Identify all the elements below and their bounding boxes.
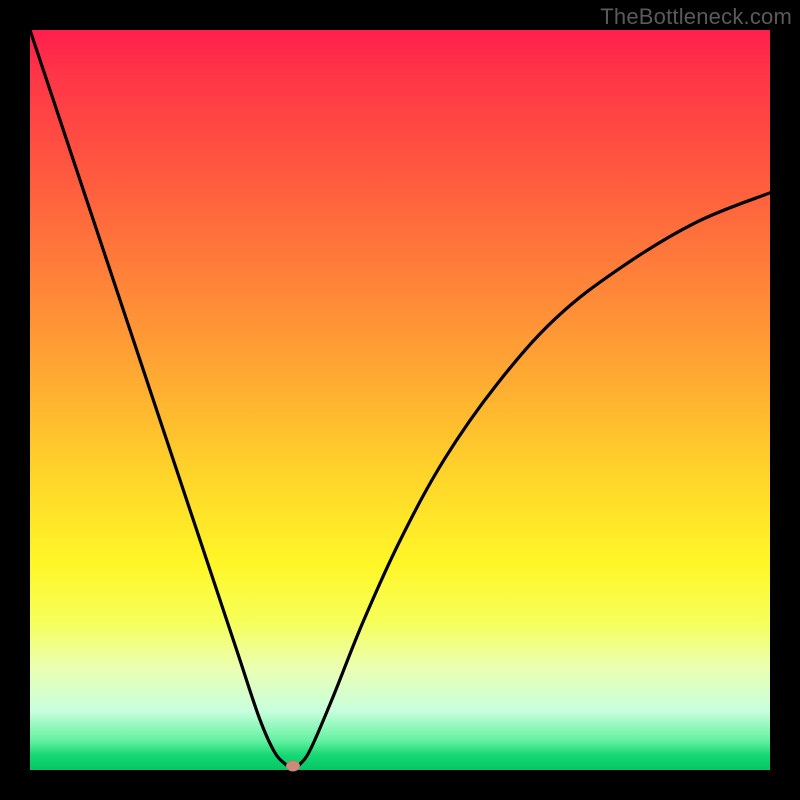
watermark-text: TheBottleneck.com	[600, 4, 792, 30]
chart-frame: TheBottleneck.com	[0, 0, 800, 800]
plot-area	[30, 30, 770, 770]
bottleneck-curve	[30, 30, 770, 770]
minimum-marker	[286, 761, 300, 772]
